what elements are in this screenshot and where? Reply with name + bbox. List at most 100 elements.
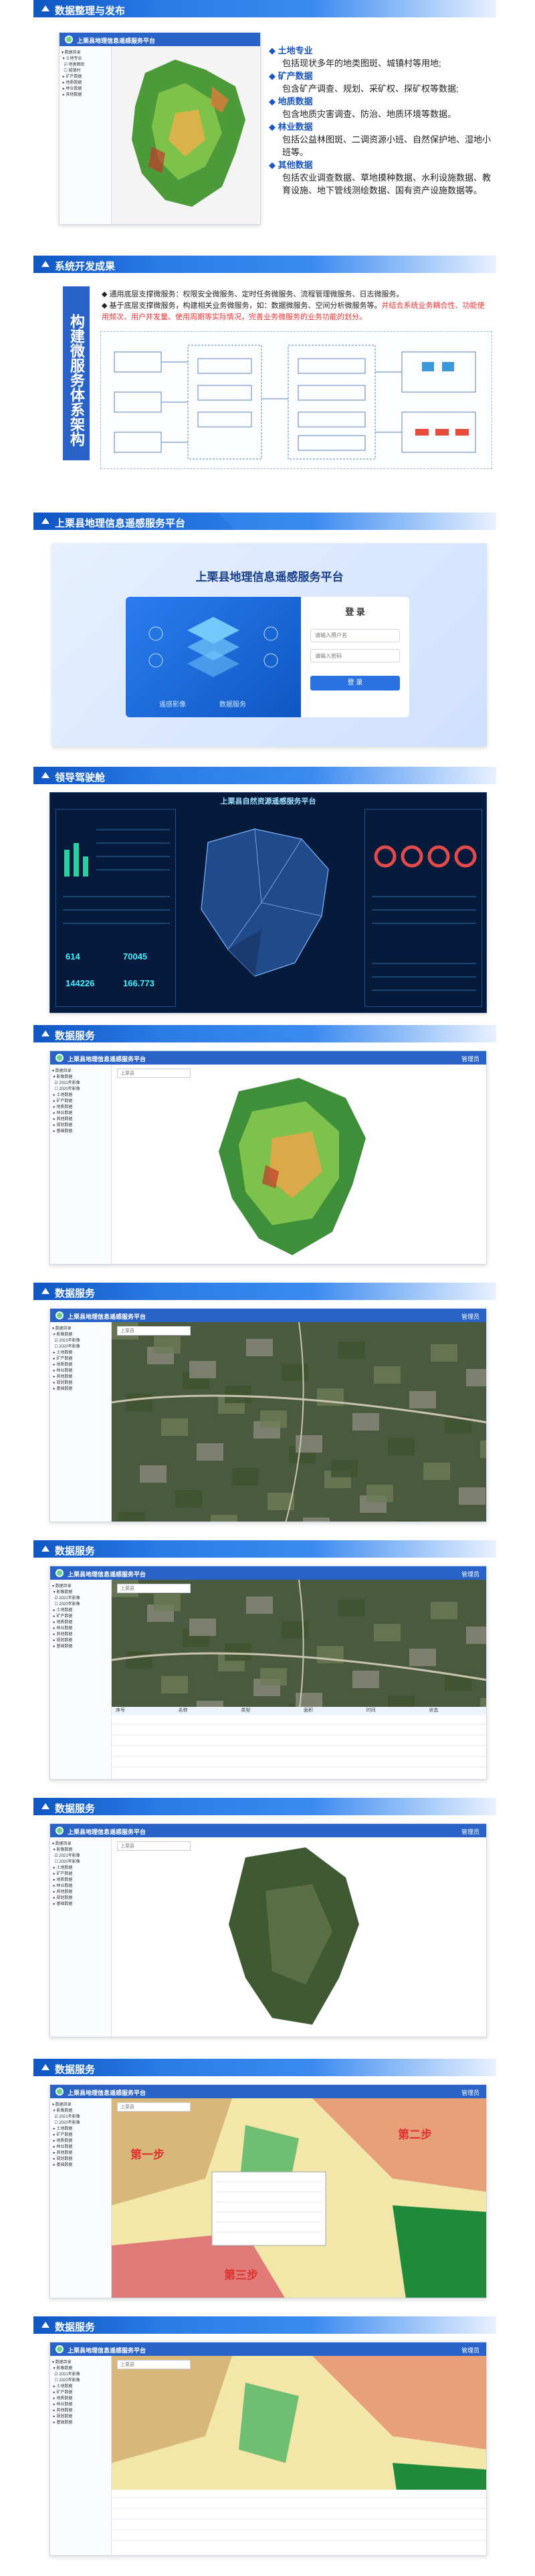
banner-icon [41,1803,49,1809]
login-form: 登 录 登 录 [301,597,409,717]
banner-icon [41,1546,49,1552]
center-map[interactable] [181,809,359,1007]
architecture-vertical-label: 构建微服务体系架构 [63,286,90,460]
app-title: 上栗县地理信息遥感服务平台 [68,2090,146,2096]
section-title: 数据服务 [55,1546,96,1557]
app-logo-icon [56,1569,64,1577]
map-canvas [111,1579,486,1779]
section-banner: 数据整理与发布 [33,0,496,17]
section-title: 系统开发成果 [55,261,116,272]
layer-tree[interactable]: ▾ 数据目录 ▾ 影像数据 ☑ 2021年影像 ☐ 2020年影像 ▸ 土地数据… [50,1580,112,1779]
section-cockpit: 领导驾驶舱 上栗县自然资源遥感服务平台 614 70045 144226 166… [0,763,535,1024]
app-title: 上栗县地理信息遥感服务平台 [77,37,156,44]
section-login: 上栗县地理信息遥感服务平台 上栗县地理信息遥感服务平台 遥感影像 数据服务 登 … [0,509,535,763]
app-title: 上栗县地理信息遥感服务平台 [68,2347,146,2354]
kpi-1: 614 [66,951,80,961]
architecture-diagram [100,331,492,469]
section-banner: 数据服务 [33,1798,496,1815]
user-name[interactable]: 管理员 [461,1054,479,1063]
password-input[interactable] [310,649,400,662]
search-input[interactable] [117,1841,191,1851]
layer-tree[interactable]: ▾ 数据目录 ▾ 影像数据 ☑ 2021年影像 ☐ 2020年影像 ▸ 土地数据… [50,1065,112,1264]
app-logo-icon [56,1054,64,1062]
section-title: 数据服务 [55,2322,96,2333]
login-platform-title: 上栗县地理信息遥感服务平台 [195,571,344,583]
table-header-cell: 类型 [241,1708,251,1713]
map-canvas [111,1321,486,1522]
section-banner: 领导驾驶舱 [33,767,496,784]
section-banner: 数据服务 [33,1283,496,1300]
app-window: 上栗县地理信息遥感服务平台 管理员 ▾ 数据目录 ▾ 影像数据 ☑ 2021年影像 … [49,1566,487,1780]
map-view[interactable] [111,1321,486,1522]
banner-icon [41,772,49,778]
banner-icon [41,1030,49,1036]
map-canvas [112,1065,486,1264]
cockpit-title: 上栗县自然资源遥感服务平台 [220,798,316,806]
map-canvas [112,2356,486,2555]
banner-icon [41,2064,49,2070]
app-logo-icon [56,1311,64,1319]
section-banner: 数据服务 [33,2316,496,2334]
section-banner: 数据服务 [33,1540,496,1558]
map-view[interactable] [112,2356,486,2555]
instruction-step1: 第一步 [130,2148,165,2161]
left-panel: 614 70045 144226 166.773 [56,809,176,1007]
section-title: 数据服务 [55,1803,96,1815]
app-window: 上栗县地理信息遥感服务平台 管理员 ▾ 数据目录 ▾ 影像数据 ☑ 2021年影像 … [49,1823,487,2037]
banner-icon [41,5,49,11]
map-canvas [112,1837,486,2037]
section-system-dev: 系统开发成果 构建微服务体系架构 ◆ 通用底层支撑微服务：权限安全微服务、定时任… [0,254,535,509]
user-name[interactable]: 管理员 [461,1827,479,1836]
banner-icon [41,261,49,267]
section-data-service-5: 数据服务上栗县地理信息遥感服务平台 管理员 ▾ 数据目录 ▾ 影像数据 ☑ 2021… [0,2057,535,2312]
app-logo-icon [56,2345,64,2353]
map-view[interactable] [111,1579,486,1779]
kpi-3: 144226 [66,978,95,988]
username-input[interactable] [310,628,400,642]
section-banner: 数据服务 [33,2059,496,2076]
feature-label-imagery: 遥感影像 [159,701,186,709]
search-input[interactable] [117,1584,191,1593]
banner-icon [41,1288,49,1294]
app-title: 上栗县地理信息遥感服务平台 [68,1829,146,1835]
layer-tree[interactable]: ▾ 数据目录 ▾ 影像数据 ☑ 2021年影像 ☐ 2020年影像 ▸ 土地数据… [50,1837,112,2037]
app-window: 上栗县地理信息遥感服务平台 ▾ 数据目录 ▾ 土地专业 ☑ 地类图斑 ☐ 城镇村… [59,32,261,225]
map-view[interactable] [112,1837,486,2037]
app-window: 上栗县地理信息遥感服务平台 管理员 ▾ 数据目录 ▾ 影像数据 ☑ 2021年影像 … [49,1050,487,1265]
table-header-cell: 名称 [178,1708,188,1713]
app-title: 上栗县地理信息遥感服务平台 [68,1313,146,1320]
cockpit-dashboard: 上栗县自然资源遥感服务平台 614 70045 144226 166.773 [49,792,487,1013]
search-input[interactable] [117,1326,191,1336]
layer-tree[interactable]: ▾ 数据目录 ▾ 影像数据 ☑ 2021年影像 ☐ 2020年影像 ▸ 土地数据… [50,2356,112,2555]
layer-tree[interactable]: ▾ 数据目录 ▾ 影像数据 ☑ 2021年影像 ☐ 2020年影像 ▸ 土地数据… [50,2098,112,2298]
section-title: 数据服务 [55,2064,96,2076]
instruction-step2: 第二步 [398,2128,432,2141]
layer-tree[interactable]: ▾ 数据目录 ▾ 影像数据 ☑ 2021年影像 ☐ 2020年影像 ▸ 土地数据… [50,1322,112,1522]
table-header-cell: 时间 [366,1708,376,1713]
kpi-2: 70045 [123,951,148,961]
section-title: 领导驾驶舱 [55,772,106,784]
login-illustration: 遥感影像 数据服务 [126,597,301,717]
layer-tree[interactable]: ▾ 数据目录 ▾ 土地专业 ☑ 地类图斑 ☐ 城镇村 ▸ 矿产数据 ▸ 地质数据… [60,46,112,224]
login-button[interactable]: 登 录 [310,676,400,691]
table-header-cell: 面积 [304,1708,314,1713]
map-view[interactable] [112,1065,486,1264]
search-input[interactable] [117,1069,191,1078]
section-title: 数据服务 [55,1288,96,1299]
instruction-step3: 第三步 [224,2269,258,2282]
login-page: 上栗县地理信息遥感服务平台 遥感影像 数据服务 登 录 登 录 [52,543,487,747]
user-name[interactable]: 管理员 [461,1312,479,1321]
section-title: 数据整理与发布 [55,5,126,17]
section-banner: 数据服务 [33,1025,496,1042]
section-data-service-6: 数据服务上栗县地理信息遥感服务平台 管理员 ▾ 数据目录 ▾ 影像数据 ☑ 2021… [0,2315,535,2569]
map-view[interactable] [112,46,260,224]
section-banner: 上栗县地理信息遥感服务平台 [33,513,496,530]
login-title: 登 录 [345,607,365,617]
table-header-cell: 状态 [429,1708,439,1713]
user-name[interactable]: 管理员 [461,1570,479,1578]
user-name[interactable]: 管理员 [461,2088,479,2097]
user-name[interactable]: 管理员 [461,2346,479,2355]
search-input[interactable] [117,2102,191,2112]
data-category-list: ◆ 土地专业 包括现状多年的地类图斑、城镇村等用地; ◆ 矿产数据 包含矿产调查… [269,45,492,195]
search-input[interactable] [117,2360,191,2369]
